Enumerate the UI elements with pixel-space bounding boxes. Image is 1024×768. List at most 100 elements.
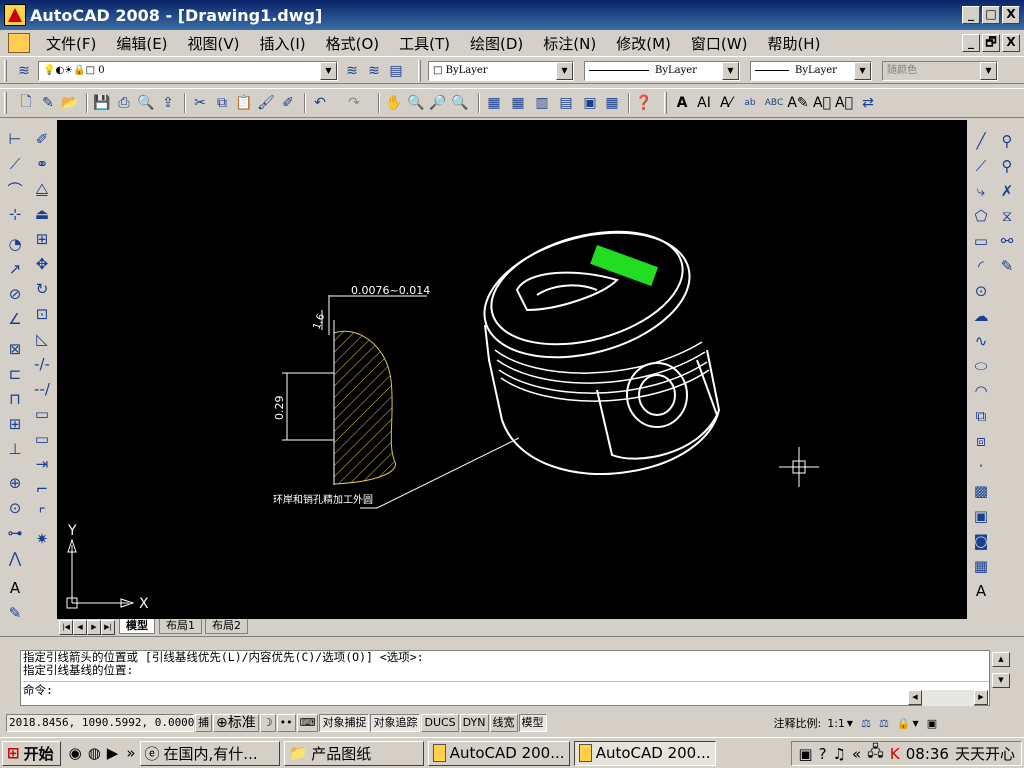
inspection-icon[interactable]: ⊶ xyxy=(4,522,26,544)
dim-break-icon[interactable]: ⊥ xyxy=(4,438,26,460)
scroll-down-icon[interactable]: ▼ xyxy=(992,673,1010,688)
find-text-icon[interactable]: ab xyxy=(740,93,760,113)
justify-text-icon[interactable]: A⃞ xyxy=(834,93,854,113)
menu-edit[interactable]: 编辑(E) xyxy=(106,33,177,54)
ungroup-icon[interactable]: ⚯ xyxy=(996,230,1018,252)
doc-restore-button[interactable]: 🗗 xyxy=(982,34,1000,52)
start-button[interactable]: ⊞ 开始 xyxy=(2,740,61,766)
command-hscroll[interactable]: ◀ ▶ xyxy=(908,690,988,706)
paste-icon[interactable]: 📋 xyxy=(234,93,254,113)
jogged-linear-icon[interactable]: ⋀ xyxy=(4,547,26,569)
menu-format[interactable]: 格式(O) xyxy=(316,33,390,54)
chevron-down-icon[interactable]: ▼ xyxy=(722,62,739,80)
radius-dim-icon[interactable]: ◔ xyxy=(4,233,26,255)
point-icon[interactable]: · xyxy=(970,455,992,477)
stretch-icon[interactable]: ◺ xyxy=(31,328,53,350)
qnew-icon[interactable]: ✎ xyxy=(38,93,58,113)
toggle-osnap[interactable]: 对象捕捉 xyxy=(319,714,370,732)
toolbar-grip[interactable] xyxy=(664,92,667,114)
toggle-model[interactable]: 模型 xyxy=(518,714,547,732)
erase-icon[interactable]: ✐ xyxy=(31,128,53,150)
gradient-icon[interactable]: ▣ xyxy=(970,505,992,527)
arc-length-icon[interactable]: ⌒ xyxy=(4,178,26,200)
minimize-button[interactable]: _ xyxy=(962,6,980,24)
region-icon[interactable]: ◙ xyxy=(970,530,992,552)
clean-screen-icon[interactable]: ▣ xyxy=(927,717,937,730)
rectangle-icon[interactable]: ▭ xyxy=(970,230,992,252)
toolbar-grip[interactable] xyxy=(4,60,7,82)
center-mark-icon[interactable]: ⊙ xyxy=(4,497,26,519)
linetype-dropdown[interactable]: ByLayer ▼ xyxy=(584,61,740,81)
keyboard-icon[interactable]: ⌨ xyxy=(296,714,319,732)
lineweight-dropdown[interactable]: ByLayer ▼ xyxy=(750,61,872,81)
design-center-icon[interactable]: ▦ xyxy=(508,93,528,113)
make-block-icon[interactable]: ⧈ xyxy=(970,430,992,452)
doc-close-button[interactable]: X xyxy=(1002,34,1020,52)
pick-icon[interactable]: ⚲ xyxy=(996,130,1018,152)
network-icon[interactable]: 🖧 xyxy=(867,741,884,766)
line-icon[interactable]: ╱ xyxy=(970,130,992,152)
taskbar-item-autocad-1[interactable]: AutoCAD 200... xyxy=(427,740,570,766)
jogged-dim-icon[interactable]: ↗ xyxy=(4,258,26,280)
tray-expand-icon[interactable]: « xyxy=(852,745,861,763)
polyline-icon[interactable]: ⤷ xyxy=(970,180,992,202)
revision-cloud-icon[interactable]: ☁ xyxy=(970,305,992,327)
scroll-right-icon[interactable]: ▶ xyxy=(974,690,988,705)
mirror-icon[interactable]: ⧋ xyxy=(31,178,53,200)
break-at-point-icon[interactable]: ▭ xyxy=(31,403,53,425)
help-icon[interactable]: ? xyxy=(819,745,827,763)
construction-line-icon[interactable]: ⟋ xyxy=(970,155,992,177)
quick-select-icon[interactable]: ✎ xyxy=(996,255,1018,277)
tab-model[interactable]: 模型 xyxy=(119,619,155,634)
quicklaunch-more-icon[interactable]: » xyxy=(126,744,135,762)
media-player-icon[interactable]: ▶ xyxy=(107,744,119,762)
hatch-icon[interactable]: ▩ xyxy=(970,480,992,502)
copy-object-icon[interactable]: ⚭ xyxy=(31,153,53,175)
next-tab-icon[interactable]: ▶ xyxy=(87,620,101,635)
close-button[interactable]: X xyxy=(1002,6,1020,24)
aligned-dim-icon[interactable]: ⟋ xyxy=(4,153,26,175)
convert-distance-icon[interactable]: ⇄ xyxy=(858,93,878,113)
menu-window[interactable]: 窗口(W) xyxy=(681,33,758,54)
taskbar-item-autocad-2[interactable]: AutoCAD 200... xyxy=(573,740,716,766)
chevron-down-icon[interactable]: ▼ xyxy=(854,62,871,80)
ellipse-icon[interactable]: ⬭ xyxy=(970,355,992,377)
menu-dimension[interactable]: 标注(N) xyxy=(533,33,606,54)
cut-icon[interactable]: ✂ xyxy=(190,93,210,113)
autocad-app-icon[interactable] xyxy=(4,4,26,26)
last-tab-icon[interactable]: ▶| xyxy=(101,620,115,635)
toolbar-grip[interactable] xyxy=(4,92,7,114)
toggle-otrack[interactable]: 对象追踪 xyxy=(370,714,421,732)
menu-draw[interactable]: 绘图(D) xyxy=(460,33,533,54)
explode-icon[interactable]: ✷ xyxy=(31,528,53,550)
dim-text-edit-icon[interactable]: ✎ xyxy=(4,602,26,624)
toggle-lineweight[interactable]: 线宽 xyxy=(489,714,518,732)
annotation-scale-value[interactable]: 1:1 xyxy=(827,717,845,730)
toolbar-grip[interactable] xyxy=(418,60,421,82)
offset-icon[interactable]: ⏏ xyxy=(31,203,53,225)
fillet-icon[interactable]: ⌜ xyxy=(31,503,53,525)
snap-toggle[interactable]: 捕 xyxy=(195,714,212,732)
volume-icon[interactable]: ♫ xyxy=(833,745,846,763)
remove-selection-icon[interactable]: ✗ xyxy=(996,180,1018,202)
chevron-down-icon[interactable]: ▼ xyxy=(556,62,573,80)
array-icon[interactable]: ⊞ xyxy=(31,228,53,250)
arc-icon[interactable]: ◜ xyxy=(970,255,992,277)
auto-scale-icon[interactable]: ⚖ xyxy=(879,717,889,730)
drawing-canvas[interactable]: 0.0076~0.014 1.6 0.29 环岸和销孔精加工外圆 Y X xyxy=(57,120,967,620)
title-bar[interactable]: AutoCAD 2008 - [Drawing1.dwg] _ □ X xyxy=(0,0,1024,30)
add-selection-icon[interactable]: ⚲ xyxy=(996,155,1018,177)
pan-icon[interactable]: ✋ xyxy=(384,93,404,113)
block-editor-icon[interactable]: ✐ xyxy=(278,93,298,113)
make-current-icon[interactable]: ≋ xyxy=(342,61,362,81)
zoom-previous-icon[interactable]: 🔍 xyxy=(450,93,470,113)
command-input[interactable]: 命令: xyxy=(23,681,989,697)
menu-tools[interactable]: 工具(T) xyxy=(389,33,460,54)
browser-icon[interactable]: ◉ xyxy=(69,744,82,762)
polygon-icon[interactable]: ⬠ xyxy=(970,205,992,227)
zoom-window-icon[interactable]: 🔎 xyxy=(428,93,448,113)
menu-file[interactable]: 文件(F) xyxy=(36,33,106,54)
moon-icon[interactable]: ☽ xyxy=(259,714,276,732)
join-icon[interactable]: ⇥ xyxy=(31,453,53,475)
edit-text-icon[interactable]: A⁄ xyxy=(716,93,736,113)
